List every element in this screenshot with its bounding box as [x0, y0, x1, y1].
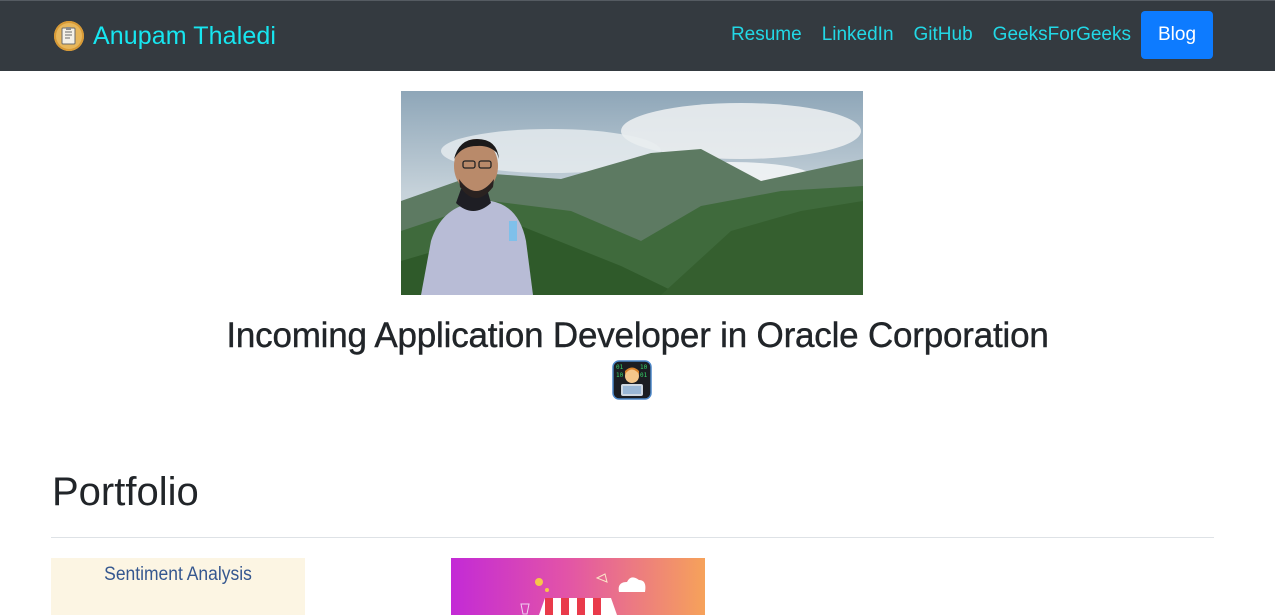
notepad-logo-icon — [54, 21, 84, 51]
blog-button[interactable]: Blog — [1141, 11, 1213, 59]
brand-link[interactable]: Anupam Thaledi — [54, 19, 276, 53]
top-navbar: Anupam Thaledi Resume LinkedIn GitHub Ge… — [0, 0, 1275, 71]
storefront-icon — [520, 573, 646, 615]
nav-links: Resume LinkedIn GitHub GeeksForGeeks Blo… — [731, 11, 1213, 59]
svg-text:01: 01 — [616, 364, 624, 371]
nav-link-resume[interactable]: Resume — [731, 11, 802, 59]
portfolio-card-title: Sentiment Analysis — [104, 564, 252, 585]
profile-photo — [401, 91, 863, 295]
nav-link-github[interactable]: GitHub — [914, 11, 973, 59]
svg-text:10: 10 — [616, 372, 624, 379]
technologist-icon: 01 10 10 01 — [612, 360, 652, 400]
brand-name: Anupam Thaledi — [93, 21, 277, 50]
svg-text:10: 10 — [640, 364, 648, 371]
nav-link-geeksforgeeks[interactable]: GeeksForGeeks — [993, 11, 1131, 59]
portfolio-card-online-store[interactable] — [451, 558, 705, 615]
portfolio-card-sentiment-analysis[interactable]: Sentiment Analysis — [51, 558, 305, 615]
headline: Incoming Application Developer in Oracle… — [226, 316, 1049, 355]
portfolio-title: Portfolio — [52, 470, 199, 514]
svg-text:01: 01 — [640, 372, 648, 379]
nav-link-linkedin[interactable]: LinkedIn — [822, 11, 894, 59]
section-divider — [51, 537, 1214, 538]
